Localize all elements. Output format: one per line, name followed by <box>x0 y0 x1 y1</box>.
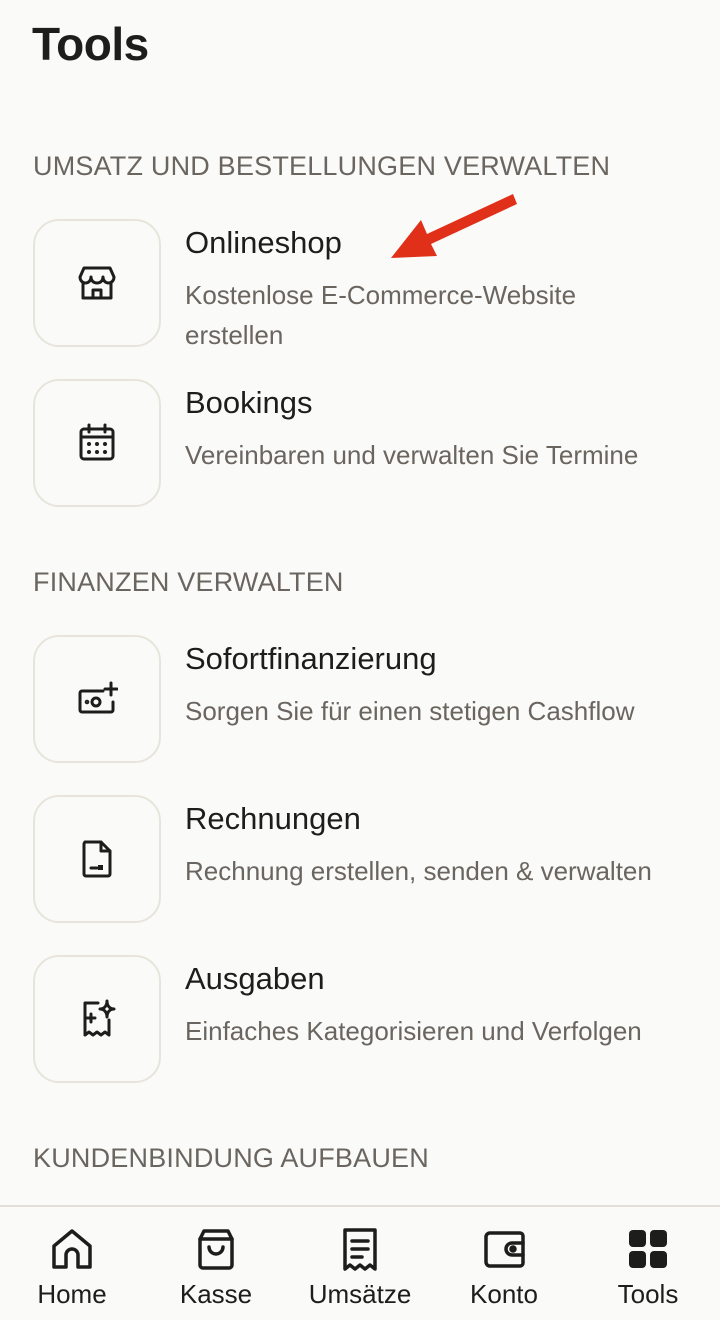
nav-item-konto[interactable]: Konto <box>432 1207 576 1320</box>
storefront-icon <box>78 266 116 300</box>
tool-description: Rechnung erstellen, senden & verwalten <box>185 856 652 886</box>
grid-icon <box>629 1230 667 1268</box>
tool-icon-box <box>33 635 161 763</box>
tool-description: Einfaches Kategorisieren und Verfolgen <box>185 1016 642 1046</box>
tool-icon-box <box>33 795 161 923</box>
shopping-bag-icon <box>198 1229 234 1270</box>
tool-item-ausgaben[interactable]: Ausgaben Einfaches Kategorisieren und Ve… <box>33 955 683 1083</box>
nav-item-tools[interactable]: Tools <box>576 1207 720 1320</box>
receipt-icon <box>343 1228 377 1271</box>
tool-title: Onlineshop <box>185 225 342 260</box>
tool-item-bookings[interactable]: Bookings Vereinbaren und verwalten Sie T… <box>33 379 683 507</box>
nav-item-home[interactable]: Home <box>0 1207 144 1320</box>
nav-label: Home <box>37 1279 107 1309</box>
tool-description: Sorgen Sie für einen stetigen Cashflow <box>185 696 635 726</box>
tool-title: Rechnungen <box>185 801 361 836</box>
cash-plus-icon <box>78 681 118 714</box>
page-title: Tools <box>32 18 149 70</box>
wallet-icon <box>484 1231 525 1268</box>
invoice-icon <box>82 840 112 878</box>
tool-description: Vereinbaren und verwalten Sie Termine <box>185 440 639 470</box>
receipt-sparkle-icon <box>83 999 116 1037</box>
annotation-arrow-icon <box>391 194 517 258</box>
tool-icon-box <box>33 955 161 1083</box>
section-header-sales: UMSATZ UND BESTELLUNGEN VERWALTEN <box>33 151 611 181</box>
section-header-finance: FINANZEN VERWALTEN <box>33 567 344 597</box>
tool-description: Kostenlose E-Commerce-Website erstellen <box>185 280 577 350</box>
bottom-nav: Home Kasse Umsätze Konto Tools <box>0 1205 720 1320</box>
section-header-loyalty: KUNDENBINDUNG AUFBAUEN <box>33 1143 429 1173</box>
tool-title: Bookings <box>185 385 313 420</box>
calendar-icon <box>79 423 115 461</box>
tool-icon-box <box>33 219 161 347</box>
home-icon <box>52 1229 92 1269</box>
tool-icon-box <box>33 379 161 507</box>
nav-item-kasse[interactable]: Kasse <box>144 1207 288 1320</box>
nav-label: Kasse <box>179 1279 253 1309</box>
tool-title: Sofortfinanzierung <box>185 641 437 676</box>
tool-item-onlineshop[interactable]: Onlineshop Kostenlose E-Commerce-Website… <box>33 219 683 350</box>
tool-title: Ausgaben <box>185 961 325 996</box>
nav-label: Umsätze <box>308 1279 412 1309</box>
nav-label: Konto <box>470 1279 538 1309</box>
tool-item-sofortfinanzierung[interactable]: Sofortfinanzierung Sorgen Sie für einen … <box>33 635 683 763</box>
tool-item-rechnungen[interactable]: Rechnungen Rechnung erstellen, senden & … <box>33 795 683 923</box>
nav-label: Tools <box>617 1279 679 1309</box>
nav-item-umsaetze[interactable]: Umsätze <box>288 1207 432 1320</box>
